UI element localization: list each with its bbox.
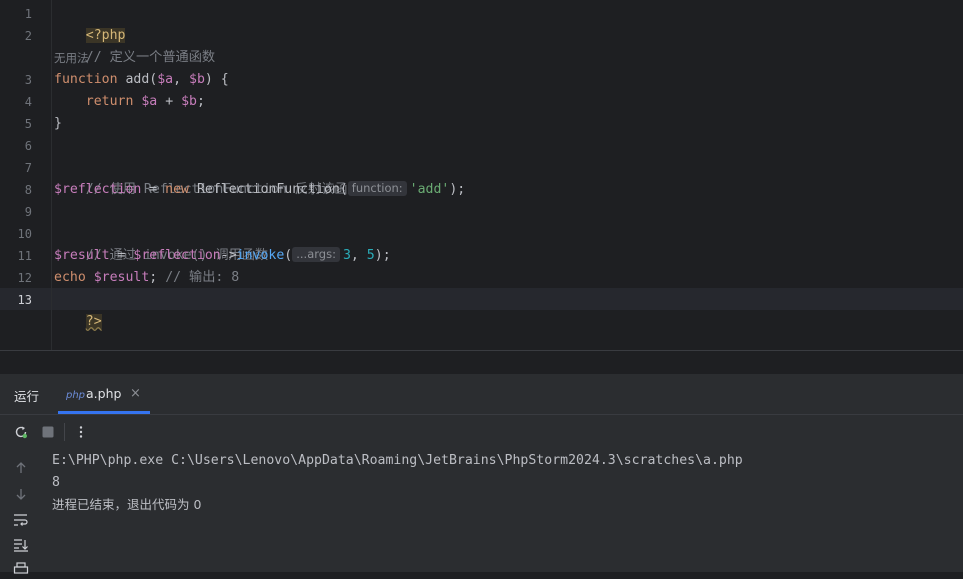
usages-inlay-hint[interactable]: 无用法: [54, 47, 89, 69]
var-reflection: $reflection: [133, 248, 221, 263]
tab-label: a.php: [86, 386, 122, 401]
keyword: function: [54, 72, 118, 87]
number-literal: 5: [366, 248, 375, 263]
var-reflection: $reflection: [54, 182, 142, 197]
code-line-3[interactable]: function add($a, $b) {: [54, 69, 229, 91]
more-vertical-icon[interactable]: [71, 422, 91, 442]
var-b: $b: [181, 94, 197, 109]
line-number: 11: [17, 249, 32, 263]
punct: ,: [350, 248, 367, 263]
line-number: 4: [24, 95, 32, 109]
method-name: invoke: [236, 248, 285, 263]
line-number-gutter[interactable]: 1 2 3 4 5 6 7 8 9 10 11 12 13: [0, 0, 52, 350]
var-result: $result: [93, 270, 150, 285]
line-number: 1: [24, 7, 32, 21]
php-close-tag: ?>: [85, 314, 102, 329]
keyword: echo: [54, 270, 86, 285]
line-number: 7: [24, 161, 32, 175]
operator: ->: [220, 248, 237, 263]
line-number: 8: [24, 183, 32, 197]
php-file-icon: php: [66, 390, 86, 401]
line-number: 2: [24, 29, 32, 43]
scroll-up-icon[interactable]: [11, 458, 31, 478]
console-output-line: 8: [52, 475, 60, 490]
tab-a-php[interactable]: php a.php ×: [58, 374, 150, 414]
run-toolbar: [0, 415, 963, 449]
line-number-current: 13: [17, 293, 32, 307]
code-line-5[interactable]: }: [54, 113, 62, 135]
param-hint: ...args:: [292, 247, 340, 262]
soft-wrap-icon[interactable]: [11, 510, 31, 530]
keyword: return: [85, 94, 134, 109]
var-a: $a: [141, 94, 158, 109]
param-hint: function:: [347, 181, 407, 196]
console-command-line: E:\PHP\php.exe C:\Users\Lenovo\AppData\R…: [52, 453, 743, 468]
punct: );: [449, 182, 466, 197]
run-tool-window-header: 运行 php a.php ×: [0, 374, 963, 415]
keyword: new: [165, 182, 189, 197]
close-icon[interactable]: ×: [130, 386, 141, 401]
code-line-4[interactable]: return $a + $b;: [54, 91, 205, 113]
punct: ;: [196, 94, 205, 109]
string-literal: 'add': [409, 182, 450, 197]
code-line-11[interactable]: $result = $reflection->invoke(...args: 3,…: [54, 245, 391, 267]
operator: +: [157, 94, 182, 109]
stop-icon[interactable]: [38, 422, 58, 442]
class-name: ReflectionFunction(: [189, 182, 348, 197]
operator: =: [109, 248, 134, 263]
scroll-to-end-icon[interactable]: [11, 535, 31, 555]
code-line-12[interactable]: echo $result; // 输出: 8: [54, 267, 239, 289]
punct: (: [284, 248, 293, 263]
scroll-down-icon[interactable]: [11, 484, 31, 504]
console-side-toolbar: [0, 449, 42, 574]
function-name: add(: [117, 72, 158, 87]
toolbar-divider: [64, 423, 65, 441]
punct: ) {: [204, 72, 229, 87]
active-tab-indicator: [58, 411, 150, 414]
param-b: $b: [189, 72, 205, 87]
code-line-8[interactable]: $reflection = new ReflectionFunction(fun…: [54, 179, 465, 201]
print-icon[interactable]: [11, 559, 31, 579]
operator: =: [141, 182, 166, 197]
current-line-highlight: [0, 288, 963, 310]
panel-splitter[interactable]: [0, 350, 963, 375]
code-line-13[interactable]: ?>: [54, 289, 102, 355]
line-number: 12: [17, 271, 32, 285]
run-tool-window-title: 运行: [14, 389, 40, 404]
line-number: 10: [17, 227, 32, 241]
rerun-icon[interactable]: [11, 422, 31, 442]
comment: // 输出: 8: [157, 270, 240, 285]
param-a: $a: [157, 72, 174, 87]
var-result: $result: [54, 248, 110, 263]
comment: // 定义一个普通函数: [85, 50, 216, 65]
console-exit-message: 进程已结束，退出代码为 0: [52, 497, 202, 512]
code-editor[interactable]: 1 2 3 4 5 6 7 8 9 10 11 12 13 <?php // 定…: [0, 0, 963, 350]
line-number: 5: [24, 117, 32, 131]
number-literal: 3: [342, 248, 351, 263]
punct: );: [374, 248, 391, 263]
line-number: 6: [24, 139, 32, 153]
line-number: 3: [24, 73, 32, 87]
console-output[interactable]: E:\PHP\php.exe C:\Users\Lenovo\AppData\R…: [42, 449, 963, 572]
line-number: 9: [24, 205, 32, 219]
punct: ,: [173, 72, 190, 87]
